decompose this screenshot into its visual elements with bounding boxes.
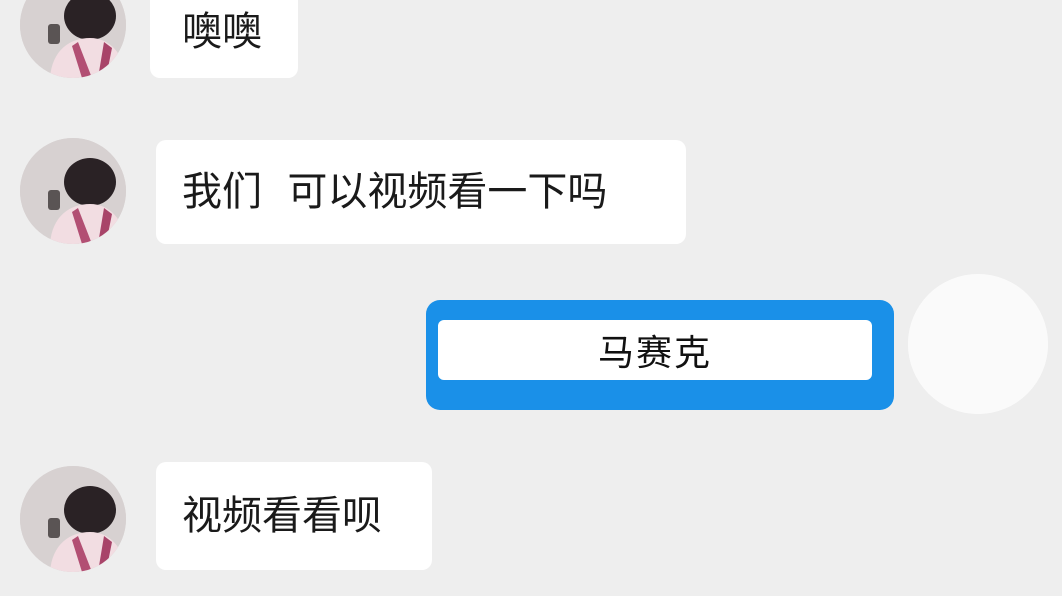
chat-conversation: 噢噢 我们 可以视频看一下吗 马赛克 视频看看呗 bbox=[0, 0, 1062, 596]
message-text: 我们 可以视频看一下吗 bbox=[182, 169, 608, 215]
sender-avatar[interactable] bbox=[20, 0, 126, 78]
censor-label: 马赛克 bbox=[438, 320, 872, 380]
user-avatar-icon bbox=[20, 138, 126, 244]
sender-avatar[interactable] bbox=[20, 138, 126, 244]
sender-avatar[interactable] bbox=[20, 466, 126, 572]
message-bubble[interactable]: 噢噢 bbox=[150, 0, 298, 78]
self-avatar[interactable] bbox=[908, 274, 1048, 414]
message-bubble-censored[interactable]: 马赛克 bbox=[426, 300, 894, 410]
user-avatar-icon bbox=[20, 466, 126, 572]
message-bubble[interactable]: 视频看看呗 bbox=[156, 462, 432, 570]
user-avatar-icon bbox=[908, 274, 1048, 414]
user-avatar-icon bbox=[20, 0, 126, 78]
message-text: 噢噢 bbox=[182, 9, 262, 55]
message-text: 视频看看呗 bbox=[182, 493, 382, 539]
message-bubble[interactable]: 我们 可以视频看一下吗 bbox=[156, 140, 686, 244]
